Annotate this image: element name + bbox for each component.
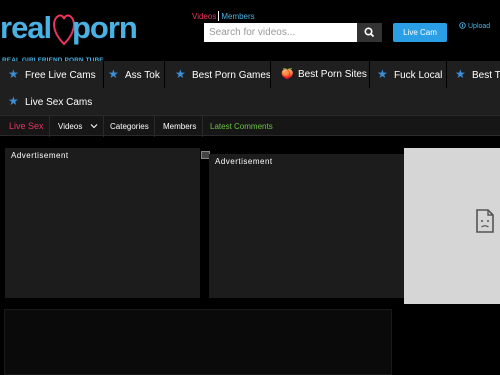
search-input[interactable]: Search for videos...	[204, 23, 357, 42]
nav-divider	[164, 61, 165, 88]
upload-label: Upload	[468, 23, 491, 30]
broken-page-icon	[476, 209, 494, 233]
subnav-divider	[103, 116, 104, 137]
ad-label: Advertisement	[11, 151, 69, 160]
nav-item-ass-tok[interactable]: ★ Ass Tok	[100, 61, 160, 88]
nav-divider	[270, 61, 271, 88]
header-tabs: Videos Members	[192, 11, 255, 21]
nav-item-fuck-local[interactable]: ★ Fuck Local	[369, 61, 442, 88]
nav-item-label: Ass Tok	[125, 70, 160, 81]
nav-item-best-porn-sites[interactable]: 🍑 Best Porn Sites	[273, 61, 367, 88]
logo-text-left: real	[0, 10, 52, 45]
video-player[interactable]	[4, 309, 392, 375]
nav-item-free-live-cams[interactable]: ★ Free Live Cams	[0, 61, 96, 88]
ad-slot-1[interactable]: Advertisement	[5, 148, 200, 298]
star-icon: ★	[175, 67, 186, 81]
nav-item-label: Best Te	[472, 70, 500, 81]
nav-item-best-porn-games[interactable]: ★ Best Porn Games	[167, 61, 271, 88]
ad-slot-2[interactable]: Advertisement	[209, 154, 404, 298]
subnav-divider	[154, 116, 155, 137]
live-cam-button[interactable]: Live Cam	[393, 23, 447, 42]
subnav-videos-label: Videos	[58, 122, 83, 131]
star-icon: ★	[8, 94, 19, 108]
upload-icon	[459, 22, 466, 29]
subnav-divider	[49, 116, 50, 137]
subnav-live-sex[interactable]: Live Sex	[9, 116, 44, 137]
logo-text-right: porn	[72, 10, 138, 45]
star-icon: ★	[377, 67, 388, 81]
star-icon: ★	[108, 67, 119, 81]
subnav-latest-comments[interactable]: Latest Comments	[210, 116, 273, 137]
upload-link[interactable]: Upload	[459, 22, 490, 30]
tab-videos[interactable]: Videos	[192, 12, 216, 21]
star-icon: ★	[8, 67, 19, 81]
chevron-down-icon	[90, 124, 97, 129]
nav-item-label: Best Porn Games	[192, 70, 271, 81]
nav-item-live-sex-cams[interactable]: ★ Live Sex Cams	[0, 88, 92, 115]
nav-item-best-te[interactable]: ★ Best Te	[447, 61, 500, 88]
search-button[interactable]	[357, 23, 382, 42]
sub-nav: Live Sex Videos Categories Members Lates…	[0, 115, 500, 137]
subnav-videos[interactable]: Videos	[58, 116, 98, 137]
site-logo[interactable]: real porn REAL GIRLFRIEND PORN TUBE	[0, 10, 138, 64]
subnav-divider	[202, 116, 203, 137]
tab-members[interactable]: Members	[221, 12, 254, 21]
nav-item-label: Best Porn Sites	[298, 69, 367, 80]
ad-label: Advertisement	[215, 157, 273, 166]
star-icon: ★	[455, 67, 466, 81]
subnav-categories[interactable]: Categories	[110, 116, 149, 137]
nav-item-label: Free Live Cams	[25, 70, 96, 81]
emoji-icon: 🍑	[281, 69, 294, 80]
nav-item-label: Fuck Local	[394, 70, 443, 81]
site-header: real porn REAL GIRLFRIEND PORN TUBE Vide…	[0, 0, 500, 64]
subnav-members[interactable]: Members	[163, 116, 196, 137]
tab-separator	[218, 11, 220, 21]
nav-item-label: Live Sex Cams	[25, 97, 93, 108]
search-icon	[364, 27, 375, 38]
